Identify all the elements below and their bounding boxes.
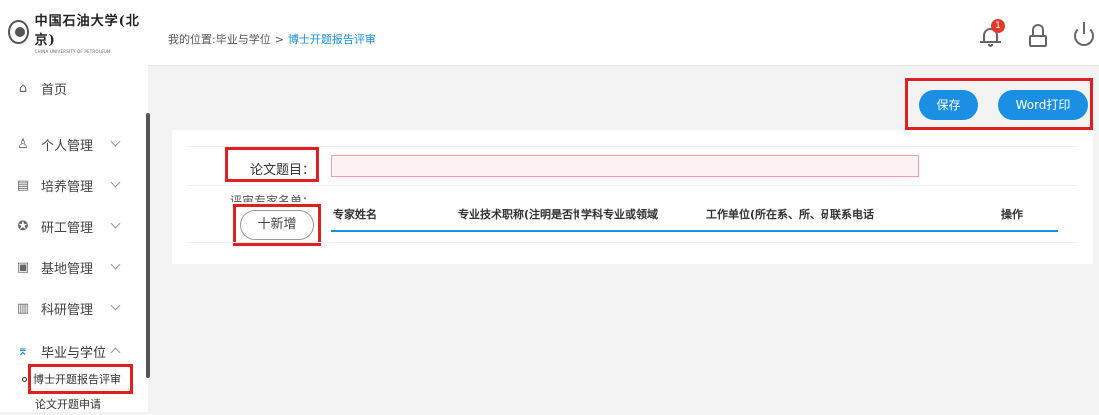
chart-icon: ▤ [16,177,30,193]
column-header-phone: 联系电话 [830,208,874,221]
university-emblem-icon [8,20,29,44]
sidebar-item-label: 基地管理 [41,261,94,277]
bullet-icon [22,376,27,382]
sidebar-item-personal[interactable]: ♙ 个人管理 [0,126,146,162]
sidebar-item-training[interactable]: ▤ 培养管理 [0,167,146,203]
top-header: 我的位置:毕业与学位 > 博士开题报告评审 1 [148,0,1099,66]
sidebar-item-label: 毕业与学位 [41,345,107,361]
sidebar-scrollbar[interactable] [146,113,150,378]
user-icon: ♙ [17,136,29,152]
bar-chart-icon: ▥ [16,300,30,316]
column-header-discipline: 学科专业或领域 [581,208,658,221]
column-header-work-unit: 工作单位(所在系、所、研 [706,208,828,221]
breadcrumb: 我的位置:毕业与学位 > 博士开题报告评审 [168,31,376,47]
lock-icon[interactable] [1028,24,1048,48]
power-icon[interactable] [1074,22,1094,46]
sidebar-item-label: 培养管理 [41,179,94,195]
graduation-cap-icon: ⌆ [17,343,29,359]
sidebar-item-research[interactable]: ▥ 科研管理 [0,290,146,326]
sidebar-item-label: 研工管理 [41,220,94,236]
breadcrumb-prefix: 我的位置: [168,33,216,46]
chevron-down-icon [110,259,121,270]
home-icon: ⌂ [18,80,28,96]
sidebar-item-student-work[interactable]: ✪ 研工管理 [0,208,146,244]
chevron-down-icon [110,177,121,188]
sidebar-subitem-label: 论文开题申请 [35,398,101,411]
sidebar-item-label: 首页 [41,82,68,98]
sidebar-item-label: 科研管理 [41,302,94,318]
sidebar-item-base[interactable]: ▣ 基地管理 [0,249,146,285]
sidebar: 中国石油大学(北京) CHINA UNIVERSITY OF PETROLEUM… [0,0,148,412]
chevron-up-icon [110,347,121,358]
breadcrumb-parent[interactable]: 毕业与学位 [216,33,271,46]
divider [188,242,1076,243]
chevron-down-icon [110,218,121,229]
breadcrumb-separator: > [274,33,284,46]
highlight-box-doctoral-review [28,364,133,394]
column-header-actions: 操作 [1001,208,1023,221]
logo-name-cn: 中国石油大学(北京) [34,14,140,48]
award-icon: ✪ [17,218,29,234]
notification-badge: 1 [991,19,1005,33]
sidebar-item-label: 个人管理 [41,138,94,154]
highlight-box-title-label [225,147,319,182]
thesis-title-input[interactable] [331,155,919,177]
chevron-down-icon [110,136,121,147]
save-button[interactable]: 保存 [919,90,978,120]
briefcase-icon: ▣ [16,259,30,275]
breadcrumb-current: 博士开题报告评审 [287,33,376,46]
word-print-button[interactable]: Word打印 [998,90,1088,120]
experts-table-header: 专家姓名 专业技术职称(注明是否博 学科专业或领域 工作单位(所在系、所、研 联… [331,198,1058,232]
chevron-down-icon [110,300,121,311]
column-header-title: 专业技术职称(注明是否博 [458,208,579,221]
sidebar-item-home[interactable]: ⌂ 首页 [0,70,146,106]
logo-name-en: CHINA UNIVERSITY OF PETROLEUM [34,49,111,54]
experts-list-label: 评审专家名单： [230,194,315,202]
add-expert-button[interactable]: 十新增 [240,210,314,240]
column-header-expert-name: 专家姓名 [333,208,377,221]
university-logo[interactable]: 中国石油大学(北京) CHINA UNIVERSITY OF PETROLEUM [8,14,140,54]
